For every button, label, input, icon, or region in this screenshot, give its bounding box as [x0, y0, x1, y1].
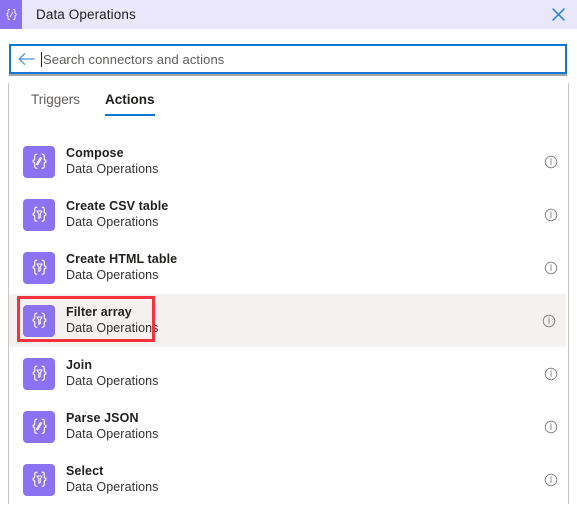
info-icon[interactable]: [543, 472, 559, 488]
tab-triggers[interactable]: Triggers: [31, 92, 80, 116]
list-item[interactable]: Create HTML table Data Operations: [9, 241, 568, 294]
list-item-title: Create CSV table: [66, 198, 169, 213]
list-item-subtitle: Data Operations: [66, 373, 159, 388]
tab-bar: Triggers Actions: [31, 92, 155, 116]
list-item-text: Select Data Operations: [66, 464, 159, 495]
search-shadow: [9, 74, 567, 76]
info-icon[interactable]: [543, 154, 559, 170]
braces-funnel-icon: [23, 357, 55, 390]
panel-right-border: [568, 83, 569, 504]
list-item-subtitle: Data Operations: [66, 267, 159, 282]
list-item-title: Create HTML table: [66, 251, 178, 266]
list-item-title: Join: [66, 357, 93, 372]
list-item-title: Compose: [66, 145, 124, 160]
list-item-text: Join Data Operations: [66, 358, 159, 389]
braces-funnel-icon: [23, 198, 55, 231]
page-title: Data Operations: [36, 7, 136, 22]
list-item-filter-array[interactable]: Filter array Data Operations: [9, 294, 566, 347]
info-icon[interactable]: [543, 260, 559, 276]
list-item[interactable]: Select Data Operations: [9, 453, 568, 506]
list-item-text: Filter array Data Operations: [66, 305, 159, 336]
list-item-title: Select: [66, 463, 104, 478]
braces-pencil-icon: [23, 145, 55, 178]
list-item-subtitle: Data Operations: [66, 479, 159, 494]
panel-header: Data Operations: [0, 0, 577, 29]
data-operations-braces-icon: [0, 0, 22, 29]
list-item-title: Filter array: [66, 304, 132, 319]
list-item-text: Parse JSON Data Operations: [66, 411, 159, 442]
braces-pencil-icon: [23, 410, 55, 443]
search-input[interactable]: Search connectors and actions: [9, 44, 567, 74]
text-caret: [41, 51, 42, 67]
list-item-subtitle: Data Operations: [66, 320, 159, 335]
list-item[interactable]: Create CSV table Data Operations: [9, 188, 568, 241]
list-item-text: Create HTML table Data Operations: [66, 252, 177, 283]
list-item-text: Create CSV table Data Operations: [66, 199, 168, 230]
braces-funnel-icon: [23, 304, 55, 337]
list-item[interactable]: Join Data Operations: [9, 347, 568, 400]
info-icon[interactable]: [543, 207, 559, 223]
list-item-text: Compose Data Operations: [66, 146, 159, 177]
list-item-subtitle: Data Operations: [66, 426, 159, 441]
actions-list: Compose Data Operations Create CSV table…: [9, 135, 568, 506]
braces-funnel-icon: [23, 251, 55, 284]
info-icon[interactable]: [543, 419, 559, 435]
list-item-subtitle: Data Operations: [66, 161, 159, 176]
info-icon[interactable]: [543, 366, 559, 382]
braces-funnel-icon: [23, 463, 55, 496]
list-item[interactable]: Compose Data Operations: [9, 135, 568, 188]
list-item[interactable]: Parse JSON Data Operations: [9, 400, 568, 453]
info-icon[interactable]: [541, 313, 557, 329]
tab-actions[interactable]: Actions: [105, 92, 155, 116]
list-item-title: Parse JSON: [66, 410, 139, 425]
search-placeholder: Search connectors and actions: [43, 51, 225, 67]
close-icon[interactable]: [549, 6, 567, 24]
back-arrow-icon[interactable]: [11, 46, 41, 72]
list-item-subtitle: Data Operations: [66, 214, 159, 229]
